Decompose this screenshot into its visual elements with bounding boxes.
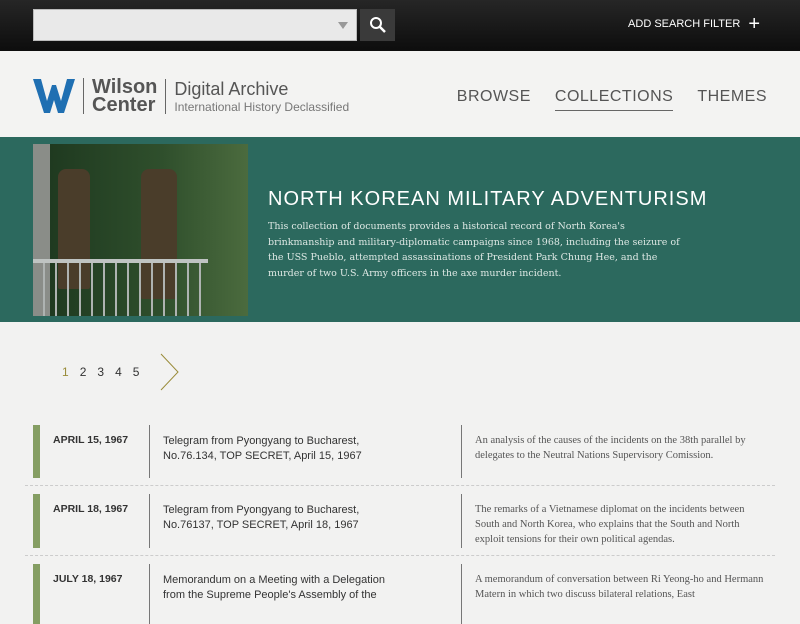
main-nav: BROWSE COLLECTIONS THEMES [457,88,767,111]
document-row[interactable]: APRIL 15, 1967 Telegram from Pyongyang t… [25,425,775,486]
document-date: JULY 18, 1967 [53,573,123,585]
page-2[interactable]: 2 [80,365,87,379]
page-4[interactable]: 4 [115,365,122,379]
pagination: 1 2 3 4 5 [62,353,180,391]
collection-hero: NORTH KOREAN MILITARY ADVENTURISM This c… [0,137,800,322]
plus-icon: + [748,13,760,35]
next-page-chevron-icon[interactable] [160,353,180,391]
document-description: An analysis of the causes of the inciden… [475,435,746,461]
archive-subtitle: International History Declassified [174,99,350,114]
search-button[interactable] [360,9,395,41]
document-date: APRIL 18, 1967 [53,503,129,515]
add-search-filter-button[interactable]: ADD SEARCH FILTER + [628,13,760,35]
document-date: APRIL 15, 1967 [53,434,129,446]
document-title[interactable]: Telegram from Pyongyang to Bucharest, No… [163,503,403,533]
wilson-center-logo[interactable]: Wilson Center Digital Archive Internationa… [33,77,350,116]
collection-description: This collection of documents provides a … [268,221,680,279]
wilson-w-logo-icon [33,79,75,113]
archive-title: Digital Archive [174,78,289,99]
dropdown-arrow-icon[interactable] [338,22,348,29]
document-title[interactable]: Memorandum on a Meeting with a Delegatio… [163,573,403,603]
search-input[interactable] [33,9,357,41]
page-5[interactable]: 5 [133,365,140,379]
logo-line2: Center [92,94,156,116]
nav-collections[interactable]: COLLECTIONS [554,88,674,111]
nav-themes[interactable]: THEMES [697,88,767,111]
search-icon [369,17,386,33]
document-description: The remarks of a Vietnamese diplomat on … [475,504,745,545]
document-description: A memorandum of conversation between Ri … [475,574,764,600]
collection-photo [33,144,248,316]
page-1[interactable]: 1 [62,365,69,379]
page-3[interactable]: 3 [97,365,104,379]
site-header: Wilson Center Digital Archive Internationa… [0,51,800,137]
nav-browse[interactable]: BROWSE [457,88,531,111]
filter-label: ADD SEARCH FILTER [628,18,741,30]
collection-title: NORTH KOREAN MILITARY ADVENTURISM [268,188,708,210]
document-row[interactable]: JULY 18, 1967 Memorandum on a Meeting wi… [25,564,775,624]
document-row[interactable]: APRIL 18, 1967 Telegram from Pyongyang t… [25,494,775,556]
top-bar: ADD SEARCH FILTER + [0,0,800,51]
document-title[interactable]: Telegram from Pyongyang to Bucharest, No… [163,434,403,464]
